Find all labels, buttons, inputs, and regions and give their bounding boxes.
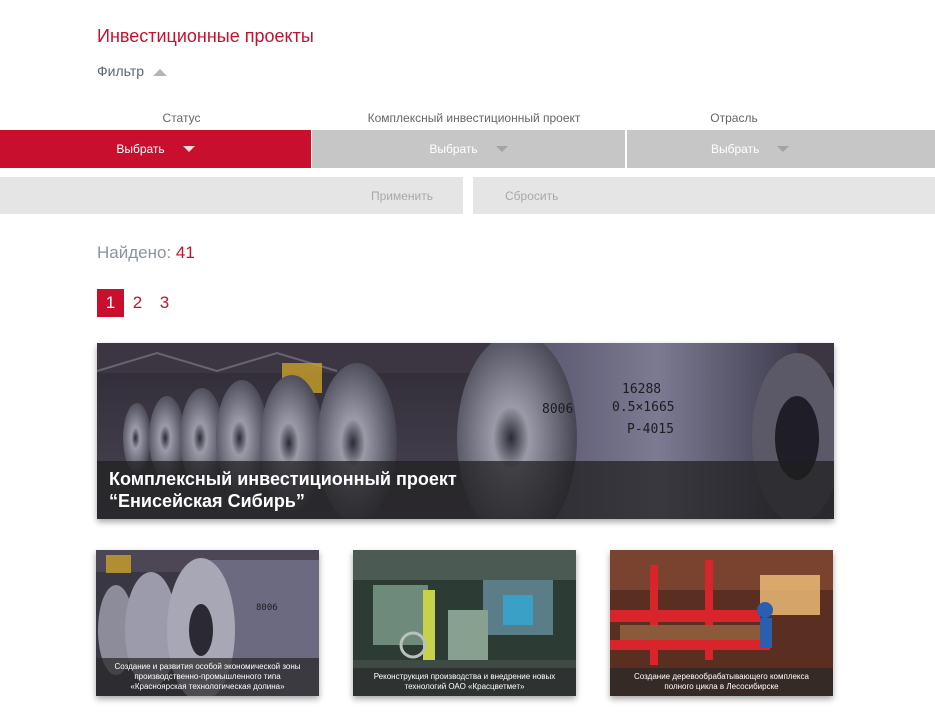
industry-select-value: Выбрать (711, 142, 760, 156)
project-card-3-caption-line: Создание деревообрабатывающего комплекса (634, 672, 809, 681)
caret-up-icon (153, 68, 168, 76)
project-card-2-caption: Реконструкция производства и внедрение н… (353, 668, 576, 696)
page-link-2[interactable]: 2 (124, 289, 151, 317)
featured-project-card[interactable]: 8006 16288 0.5×1665 P-4015 Комплексный и… (97, 343, 834, 519)
svg-text:16288: 16288 (622, 382, 661, 397)
chevron-down-icon (182, 146, 195, 152)
pagination: 1 2 3 (97, 289, 178, 317)
project-card-1-caption-line: «Красноярская технологическая долина» (130, 682, 285, 691)
project-card-3-caption-line: полного цикла в Лесосибирске (664, 682, 779, 691)
project-select-value: Выбрать (429, 142, 478, 156)
project-card-1[interactable]: 8006 Создание и развития особой экономич… (96, 550, 319, 696)
project-card-1-caption-line: Создание и развития особой экономической… (114, 662, 301, 671)
svg-text:8006: 8006 (256, 603, 278, 613)
project-card-1-caption-line: производственно-промышленного типа (134, 672, 281, 681)
industry-filter-label: Отрасль (710, 111, 758, 125)
svg-text:P-4015: P-4015 (627, 422, 674, 437)
featured-project-title-line2: “Енисейская Сибирь” (109, 491, 305, 511)
industry-select[interactable]: Выбрать (627, 130, 935, 168)
results-count-label: Найдено: (97, 243, 172, 262)
filter-toggle[interactable]: Фильтр (97, 63, 168, 79)
status-filter-label: Статус (162, 111, 201, 125)
results-count-value: 41 (175, 243, 195, 262)
project-card-2-caption-line: Реконструкция производства и внедрение н… (373, 672, 556, 681)
reset-button[interactable]: Сбросить (473, 177, 935, 214)
chevron-down-icon (495, 146, 508, 152)
project-card-3-caption: Создание деревообрабатывающего комплекса… (610, 668, 833, 696)
featured-project-caption: Комплексный инвестиционный проект “Енисе… (97, 461, 834, 519)
reset-button-label: Сбросить (505, 188, 559, 203)
page-title: Инвестиционные проекты (97, 26, 314, 46)
project-filter-label: Комплексный инвестиционный проект (367, 111, 581, 125)
status-select[interactable]: Выбрать (0, 130, 311, 168)
apply-button-label: Применить (370, 188, 433, 203)
results-count: Найдено: 41 (97, 243, 195, 263)
page-link-3[interactable]: 3 (151, 289, 178, 317)
project-card-2-caption-line: технологий ОАО «Красцветмет» (404, 682, 525, 691)
filter-toggle-label: Фильтр (97, 63, 145, 79)
svg-text:0.5×1665: 0.5×1665 (612, 400, 675, 415)
project-card-3[interactable]: Создание деревообрабатывающего комплекса… (610, 550, 833, 696)
project-select[interactable]: Выбрать (312, 130, 625, 168)
status-select-value: Выбрать (116, 142, 165, 156)
project-card-1-caption: Создание и развития особой экономической… (96, 658, 319, 696)
apply-button[interactable]: Применить (0, 177, 463, 214)
svg-text:8006: 8006 (542, 402, 573, 417)
featured-project-title-line1: Комплексный инвестиционный проект (109, 469, 457, 489)
page-link-1[interactable]: 1 (97, 289, 124, 317)
chevron-down-icon (777, 146, 790, 152)
project-card-2[interactable]: Реконструкция производства и внедрение н… (353, 550, 576, 696)
